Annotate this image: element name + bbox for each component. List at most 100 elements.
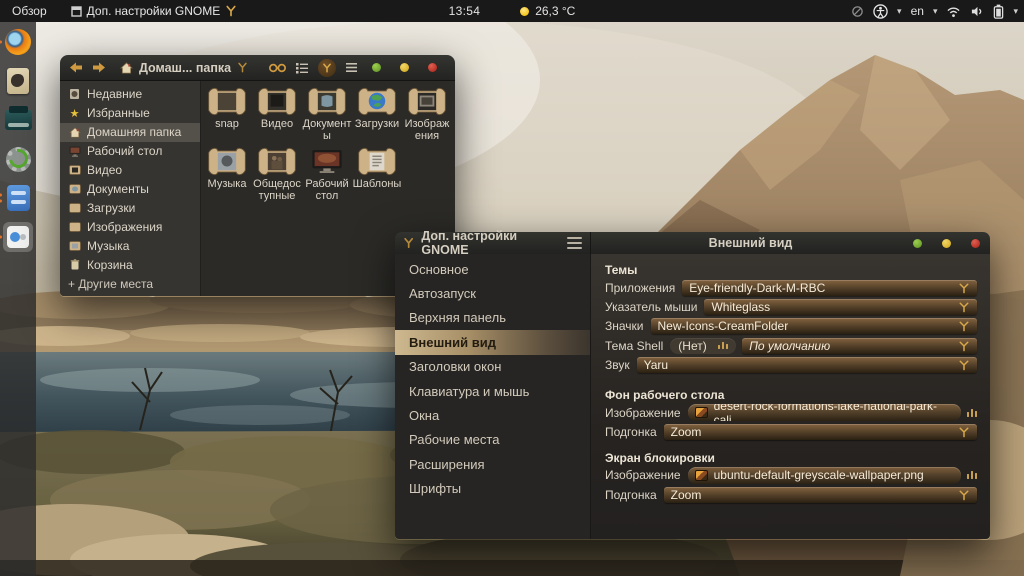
- focused-app-menu[interactable]: Доп. настройки GNOME: [71, 4, 238, 18]
- dropdown-arrow-icon: [958, 340, 970, 352]
- icons-theme-row: Значки New-Icons-CreamFolder: [605, 317, 977, 336]
- tweaks-nav-workspaces[interactable]: Рабочие места: [395, 428, 590, 452]
- dock-item-files[interactable]: [3, 183, 33, 213]
- folder-icon: [355, 145, 399, 178]
- folder-icon: [305, 85, 349, 118]
- folder-item-desktop[interactable]: Рабочий стол: [302, 145, 352, 203]
- tweaks-glyph-icon: [322, 63, 332, 73]
- lock-screen-heading: Экран блокировки: [605, 450, 977, 466]
- weather-indicator[interactable]: 26,3 °C: [520, 4, 575, 18]
- dropdown-arrow-icon: [958, 359, 970, 371]
- desktop: Обзор Доп. настройки GNOME 13:54 26,3 °C…: [0, 0, 1024, 576]
- sidebar-item-home[interactable]: Домашняя папка: [60, 123, 200, 142]
- applications-theme-select[interactable]: Eye-friendly-Dark-M-RBC: [682, 280, 977, 296]
- folder-icon: [205, 85, 249, 118]
- tweaks-nav-startup[interactable]: Автозапуск: [395, 281, 590, 305]
- forward-button[interactable]: [91, 61, 107, 75]
- folder-item-public[interactable]: Общедоступные: [252, 145, 302, 203]
- dropdown-arrow-icon: [958, 282, 970, 294]
- sound-theme-select[interactable]: Yaru: [637, 357, 977, 373]
- sidebar-item-pictures[interactable]: Изображения: [60, 217, 200, 236]
- folder-item-music[interactable]: Музыка: [202, 145, 252, 203]
- tweaks-nav-keyboard-mouse[interactable]: Клавиатура и мышь: [395, 379, 590, 403]
- tweaks-sidebar: Основное Автозапуск Верхняя панель Внешн…: [395, 254, 591, 539]
- background-fit-select[interactable]: Zoom: [664, 424, 977, 440]
- tweaks-nav-extensions[interactable]: Расширения: [395, 452, 590, 476]
- accessibility-icon[interactable]: [873, 4, 888, 19]
- themes-heading: Темы: [605, 262, 977, 278]
- open-file-icon[interactable]: [967, 409, 978, 417]
- lockscreen-image-chooser[interactable]: ubuntu-default-greyscale-wallpaper.png: [688, 467, 961, 484]
- tweaks-nav-fonts[interactable]: Шрифты: [395, 477, 590, 501]
- star-icon: ★: [68, 107, 81, 120]
- view-options-button[interactable]: [318, 59, 336, 77]
- volume-icon[interactable]: [970, 5, 984, 18]
- folder-icon: [205, 145, 249, 178]
- wifi-icon[interactable]: [946, 5, 961, 18]
- shell-theme-select[interactable]: По умолчанию: [742, 338, 977, 354]
- list-view-icon[interactable]: [295, 62, 309, 74]
- dock-item-firefox[interactable]: [3, 27, 33, 57]
- search-icon[interactable]: [269, 62, 286, 74]
- sidebar-item-documents[interactable]: Документы: [60, 180, 200, 199]
- close-button[interactable]: [971, 239, 980, 248]
- minimize-button[interactable]: [372, 63, 381, 72]
- maximize-button[interactable]: [400, 63, 409, 72]
- tweaks-nav-windows[interactable]: Окна: [395, 403, 590, 427]
- dock-item-typewriter-app[interactable]: [3, 105, 33, 135]
- sidebar-item-trash[interactable]: Корзина: [60, 255, 200, 274]
- folder-item-documents[interactable]: Документы: [302, 85, 352, 143]
- dock-item-gnome-tweaks[interactable]: [3, 222, 33, 252]
- file-manager-titlebar[interactable]: Домаш... папка: [60, 55, 455, 81]
- text-editor-icon: [7, 68, 29, 94]
- folder-item-snap[interactable]: snap: [202, 85, 252, 143]
- background-image-chooser[interactable]: desert-rock-formations-lake-national-par…: [688, 404, 961, 421]
- sidebar-item-desktop[interactable]: Рабочий стол: [60, 142, 200, 161]
- panel-title: Внешний вид: [591, 236, 910, 250]
- keyboard-layout-indicator[interactable]: en: [911, 4, 924, 18]
- folder-item-templates[interactable]: Шаблоны: [352, 145, 402, 203]
- lockscreen-fit-select[interactable]: Zoom: [664, 487, 977, 503]
- battery-icon[interactable]: [993, 4, 1004, 19]
- sound-theme-row: Звук Yaru: [605, 356, 977, 375]
- open-file-icon[interactable]: [967, 471, 978, 479]
- desktop-icon: [69, 146, 81, 157]
- tweaks-titlebar[interactable]: Доп. настройки GNOME Внешний вид: [395, 232, 990, 254]
- dropdown-arrow-icon: [958, 320, 970, 332]
- notifications-off-icon[interactable]: [851, 5, 864, 18]
- dock-item-software-updater[interactable]: [3, 144, 33, 174]
- dropdown-arrow-icon: [958, 426, 970, 438]
- folder-item-pictures[interactable]: Изображения: [402, 85, 452, 143]
- maximize-button[interactable]: [942, 239, 951, 248]
- clock[interactable]: 13:54: [449, 4, 481, 18]
- tweaks-nav-appearance[interactable]: Внешний вид: [395, 330, 590, 354]
- gear-update-icon: [6, 147, 31, 172]
- activities-button[interactable]: Обзор: [6, 4, 53, 18]
- close-button[interactable]: [428, 63, 437, 72]
- tweaks-nav-general[interactable]: Основное: [395, 257, 590, 281]
- folder-item-downloads[interactable]: Загрузки: [352, 85, 402, 143]
- desktop-monitor-icon: [305, 145, 349, 178]
- sidebar-item-starred[interactable]: ★Избранные: [60, 104, 200, 123]
- shell-theme-status-badge: (Нет): [670, 338, 736, 354]
- app-menu-button[interactable]: [567, 237, 582, 249]
- tweaks-nav-titlebars[interactable]: Заголовки окон: [395, 355, 590, 379]
- icons-theme-select[interactable]: New-Icons-CreamFolder: [651, 318, 978, 334]
- sidebar-item-recent[interactable]: Недавние: [60, 85, 200, 104]
- folder-documents-icon: [69, 184, 81, 194]
- dock-item-text-editor[interactable]: [3, 66, 33, 96]
- minimize-button[interactable]: [913, 239, 922, 248]
- back-button[interactable]: [68, 61, 84, 75]
- window-icon: [71, 6, 82, 17]
- tweaks-nav-top-bar[interactable]: Верхняя панель: [395, 306, 590, 330]
- sidebar-item-videos[interactable]: Видео: [60, 161, 200, 180]
- cursor-theme-select[interactable]: Whiteglass: [704, 299, 977, 315]
- file-manager-sidebar: Недавние ★Избранные Домашняя папка Рабоч…: [60, 81, 200, 296]
- image-thumbnail-icon: [695, 470, 708, 481]
- dropdown-arrow-icon: [958, 301, 970, 313]
- sidebar-item-music[interactable]: Музыка: [60, 236, 200, 255]
- sidebar-item-downloads[interactable]: Загрузки: [60, 198, 200, 217]
- hamburger-menu-icon[interactable]: [345, 62, 358, 73]
- sidebar-item-other-places[interactable]: + Другие места: [60, 274, 200, 293]
- folder-item-videos[interactable]: Видео: [252, 85, 302, 143]
